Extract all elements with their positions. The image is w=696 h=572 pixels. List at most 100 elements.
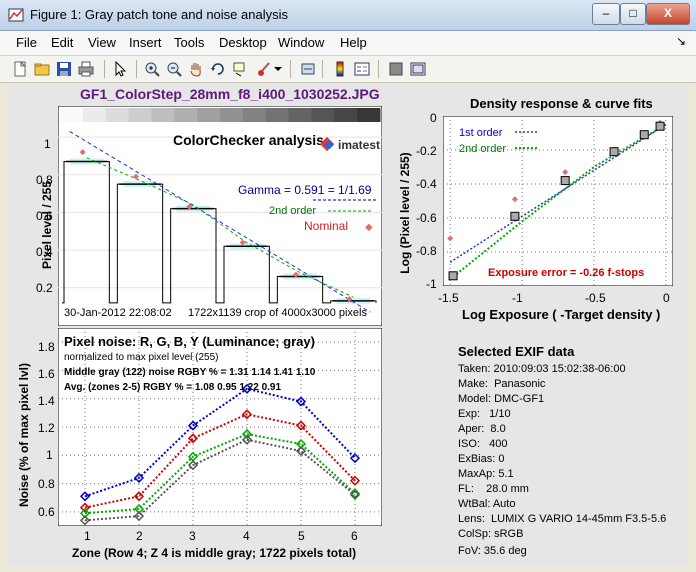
hide-plot-tools-icon[interactable]	[386, 59, 406, 79]
density-ytick: -0.4	[416, 177, 437, 191]
menu-desktop[interactable]: Desktop	[219, 35, 267, 50]
show-plot-tools-icon[interactable]	[408, 59, 428, 79]
noise-xtick: 4	[243, 529, 250, 543]
date-label: 30-Jan-2012 22:08:02	[64, 307, 172, 319]
menu-window[interactable]: Window	[278, 35, 324, 50]
zoom-in-icon[interactable]	[142, 59, 162, 79]
crop-label: 1722x1139 crop of 4000x3000 pixels	[188, 307, 367, 319]
measured-point	[510, 211, 520, 221]
link-icon[interactable]	[298, 59, 318, 79]
gray-patch	[151, 108, 175, 122]
exposure-error: Exposure error = -0.26 f-stops	[488, 267, 644, 279]
noise-middle-gray: Middle gray (122) noise RGBY % = 1.31 1.…	[64, 367, 316, 378]
density-ytick: -0.2	[416, 144, 437, 158]
menu-edit[interactable]: Edit	[51, 35, 73, 50]
brush-dropdown-icon[interactable]	[272, 59, 284, 79]
brush-icon[interactable]	[254, 59, 274, 79]
exif-line: Make: Panasonic	[458, 378, 546, 390]
menu-help[interactable]: Help	[340, 35, 367, 50]
maximize-button[interactable]: □	[620, 3, 646, 25]
gray-patch	[357, 108, 381, 122]
gray-patch	[128, 108, 152, 122]
noise-ytick: 1.8	[38, 340, 55, 354]
gray-patch	[242, 108, 267, 122]
measured-point	[448, 271, 458, 281]
open-folder-icon[interactable]	[32, 59, 52, 79]
tone-plot: ColorChecker analysis imatest Gamma = 0.…	[58, 106, 382, 326]
gray-patch	[60, 108, 84, 122]
noise-ytick: 0.8	[38, 477, 55, 491]
density-ylabel: Log (Pixel level / 255)	[398, 152, 412, 274]
nominal-label: Nominal	[304, 219, 348, 233]
noise-ytick: 0.6	[38, 505, 55, 519]
density-xtick: -1	[512, 291, 523, 305]
gray-patch	[220, 108, 244, 122]
noise-ylabel: Noise (% of max pixel lvl)	[17, 362, 31, 508]
menu-file[interactable]: File	[16, 35, 37, 50]
menu-view[interactable]: View	[88, 35, 116, 50]
exif-line: ISO: 400	[458, 438, 508, 450]
measured-point	[609, 147, 619, 157]
colorbar-icon[interactable]	[330, 59, 350, 79]
nominal-legend-marker: ◆	[365, 222, 373, 233]
measured-point	[655, 121, 665, 131]
new-file-icon[interactable]	[10, 59, 30, 79]
exif-line: ExBias: 0	[458, 453, 505, 465]
zoom-out-icon[interactable]	[164, 59, 184, 79]
noise-ytick: 1.4	[38, 394, 55, 408]
legend-2nd-order: 2nd order	[459, 143, 506, 155]
menu-bar: File Edit View Insert Tools Desktop Wind…	[0, 31, 696, 56]
noise-ytick: 1.6	[38, 367, 55, 381]
gray-patch	[105, 108, 130, 122]
rotate-icon[interactable]	[208, 59, 228, 79]
noise-plot: Pixel noise: R, G, B, Y (Luminance; gray…	[58, 328, 382, 526]
data-cursor-icon[interactable]	[230, 59, 250, 79]
density-xtick: -1.5	[438, 291, 459, 305]
exif-line: FL: 28.0 mm	[458, 483, 529, 495]
file-title: GF1_ColorStep_28mm_f8_i400_1030252.JPG	[80, 86, 380, 102]
exif-line: Exp: 1/10	[458, 408, 511, 420]
tone-ytick: 0.4	[36, 245, 53, 259]
noise-xtick: 5	[298, 529, 305, 543]
density-ytick: -0.6	[416, 211, 437, 225]
gray-patch	[265, 108, 290, 122]
tone-ytick: 0.8	[36, 173, 53, 187]
noise-xtick: 2	[136, 529, 143, 543]
noise-ytick: 1	[46, 448, 53, 462]
exif-line: Model: DMC-GF1	[458, 393, 545, 405]
toolbar	[0, 56, 696, 83]
pan-hand-icon[interactable]	[186, 59, 206, 79]
noise-xtick: 6	[351, 529, 358, 543]
menu-tools[interactable]: Tools	[174, 35, 204, 50]
minimize-button[interactable]: –	[592, 3, 620, 25]
gray-patch	[82, 108, 107, 122]
density-ytick: -0.8	[416, 244, 437, 258]
density-xtick: -0.5	[585, 291, 606, 305]
pointer-icon[interactable]	[110, 59, 130, 79]
exif-fov: FoV: 35.6 deg	[458, 545, 527, 557]
gray-patch	[197, 108, 221, 122]
tone-inner-title: ColorChecker analysis	[173, 132, 324, 148]
gray-patch	[311, 108, 335, 122]
legend-icon[interactable]	[352, 59, 372, 79]
density-xlabel: Log Exposure ( -Target density )	[462, 307, 661, 322]
title-bar[interactable]: Figure 1: Gray patch tone and noise anal…	[0, 0, 696, 31]
save-icon[interactable]	[54, 59, 74, 79]
density-title: Density response & curve fits	[470, 96, 653, 111]
dock-arrow-icon[interactable]: ↘	[676, 34, 686, 48]
gamma-label: Gamma = 0.591 = 1/1.69	[238, 183, 372, 197]
density-ytick: 0	[430, 111, 437, 125]
legend-1st-order: 1st order	[459, 127, 503, 139]
gray-patch	[334, 108, 358, 122]
second-order-label: 2nd order	[269, 205, 316, 217]
tone-ytick: 1	[44, 137, 51, 151]
close-button[interactable]: X	[646, 3, 690, 25]
noise-average: Avg. (zones 2-5) RGBY % = 1.08 0.95 1.22…	[64, 382, 281, 393]
menu-insert[interactable]: Insert	[129, 35, 162, 50]
print-icon[interactable]	[76, 59, 96, 79]
gray-patch	[288, 108, 312, 122]
measured-point	[639, 130, 649, 140]
window-title: Figure 1: Gray patch tone and noise anal…	[30, 7, 288, 22]
exif-title: Selected EXIF data	[458, 344, 575, 359]
exif-line: Taken: 2010:09:03 15:02:38-06:00	[458, 363, 626, 375]
